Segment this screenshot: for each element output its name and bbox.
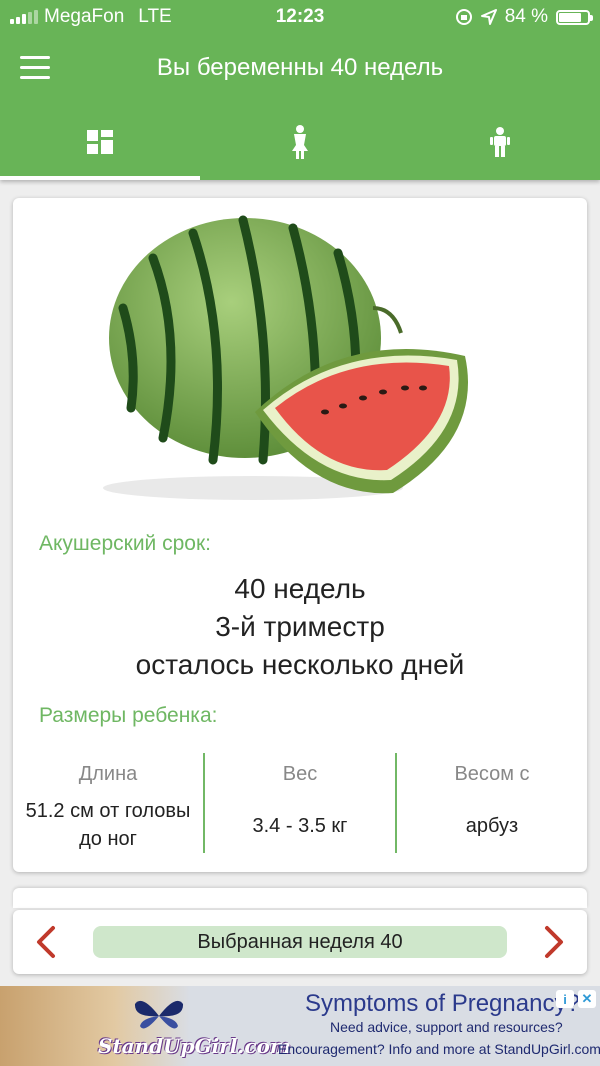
obstetric-term-label: Акушерский срок: xyxy=(39,532,211,555)
status-bar: MegaFon LTE 12:23 84 % xyxy=(0,0,600,34)
baby-stats: Длина 51.2 см от головы до ног Вес 3.4 -… xyxy=(13,753,587,853)
child-icon xyxy=(490,127,510,157)
ad-controls: i ✕ xyxy=(556,990,596,1008)
stat-length-head: Длина xyxy=(78,763,138,785)
tab-bar xyxy=(0,104,600,180)
selected-week[interactable]: Выбранная неделя 40 xyxy=(93,926,507,958)
tab-dashboard[interactable] xyxy=(0,104,200,180)
ad-line-1: Need advice, support and resources? xyxy=(330,1019,563,1035)
week-navigator: Выбранная неделя 40 xyxy=(13,910,587,974)
woman-icon xyxy=(292,125,308,159)
tab-mother[interactable] xyxy=(200,104,400,180)
stat-weight-head: Вес xyxy=(282,763,318,785)
watermelon-image xyxy=(103,215,468,500)
term-weeks: 40 недель xyxy=(234,573,366,604)
page-title: Вы беременны 40 недель xyxy=(156,54,444,81)
term-remaining: осталось несколько дней xyxy=(135,649,465,680)
baby-size-label: Размеры ребенка: xyxy=(39,704,218,727)
chevron-left-icon[interactable] xyxy=(27,922,67,962)
ad-brand: StandUpGirl.com xyxy=(98,1034,292,1058)
battery-percent: 84 % xyxy=(504,6,548,27)
location-icon xyxy=(480,9,497,25)
stat-length-value: 51.2 см от головы до ног xyxy=(25,800,191,850)
stat-compare-value: арбуз xyxy=(465,815,519,837)
tab-baby[interactable] xyxy=(400,104,600,180)
stat-compare: Весом с арбуз xyxy=(395,753,587,853)
next-card-edge xyxy=(13,888,587,908)
orientation-lock-icon xyxy=(455,9,472,25)
stat-weight-value: 3.4 - 3.5 кг xyxy=(252,815,348,837)
dashboard-icon xyxy=(87,130,113,154)
term-trimester: 3-й триместр xyxy=(215,611,385,642)
battery-icon xyxy=(556,9,593,25)
ad-banner[interactable]: StandUpGirl.com Symptoms of Pregnancy? N… xyxy=(0,986,600,1066)
stat-compare-head: Весом с xyxy=(454,763,530,785)
butterfly-icon xyxy=(134,1000,184,1029)
chevron-right-icon[interactable] xyxy=(533,922,573,962)
ad-info-icon[interactable]: i xyxy=(556,990,574,1008)
app-header: MegaFon LTE 12:23 84 % Вы беременны 40 н… xyxy=(0,0,600,180)
week-card: Акушерский срок: 40 недель 3-й триместр … xyxy=(13,198,587,872)
ad-close-icon[interactable]: ✕ xyxy=(578,990,596,1008)
stat-weight: Вес 3.4 - 3.5 кг xyxy=(203,753,395,853)
ad-line-2: Encouragement? Info and more at StandUpG… xyxy=(278,1041,600,1057)
term-info: 40 недель 3-й триместр осталось нескольк… xyxy=(13,570,587,684)
ad-headline: Symptoms of Pregnancy? xyxy=(305,990,580,1017)
stat-length: Длина 51.2 см от головы до ног xyxy=(13,753,203,853)
